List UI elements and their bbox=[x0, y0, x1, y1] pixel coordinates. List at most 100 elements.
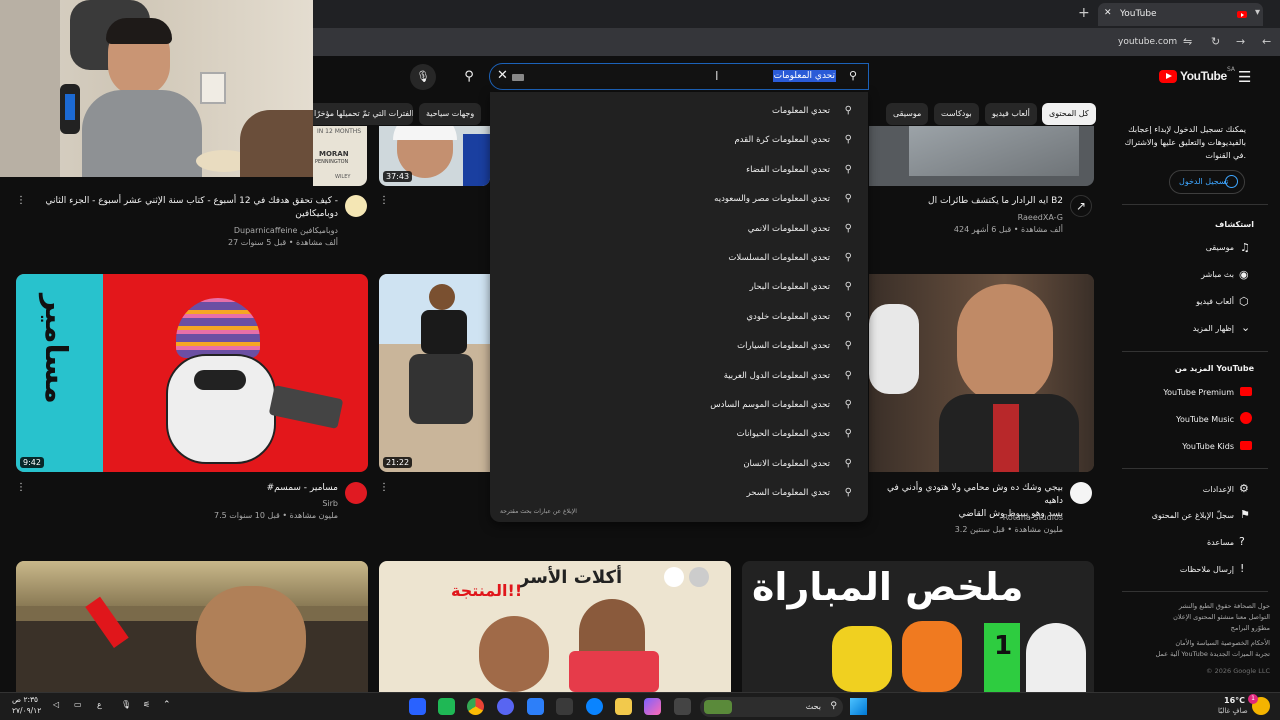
store-icon[interactable] bbox=[556, 698, 573, 715]
network-icon[interactable]: ⚟ bbox=[143, 700, 150, 709]
microphone-icon[interactable]: 🎙 bbox=[121, 700, 131, 709]
clock-time[interactable]: ٢:٣٥ ص bbox=[12, 695, 38, 704]
channel-name[interactable]: Duparnicaffeine دوباميكافين bbox=[40, 225, 338, 237]
channel-name[interactable]: RaeedXA-G bbox=[880, 212, 1063, 224]
back-arrow-icon[interactable]: ← bbox=[1262, 35, 1271, 48]
sign-in-button[interactable]: تسجيل الدخول bbox=[1169, 170, 1245, 194]
browser-tab-youtube[interactable]: ✕ YouTube ▾ bbox=[1098, 3, 1263, 26]
video-title[interactable]: #مسامير - سمسم bbox=[40, 482, 338, 495]
chip-podcasts[interactable]: بودكاست bbox=[934, 103, 979, 125]
sidebar-item-music[interactable]: موسيقى bbox=[1120, 243, 1234, 252]
new-tab-button[interactable]: + bbox=[1078, 5, 1090, 21]
channel-avatar[interactable] bbox=[345, 482, 367, 504]
video-title-line: ايه الرادار ما يكتشف طائرات ال B2 bbox=[928, 196, 1063, 206]
channel-avatar[interactable] bbox=[1070, 482, 1092, 504]
sidebar-item-gaming[interactable]: ألعاب فيديو bbox=[1120, 297, 1234, 306]
taskbar-search[interactable]: بحث ⚲ bbox=[700, 697, 843, 717]
app-icon[interactable] bbox=[527, 698, 544, 715]
file-explorer-icon[interactable] bbox=[615, 698, 632, 715]
footer-line[interactable]: مطوّرو البرامج bbox=[1120, 623, 1270, 634]
video-thumbnail[interactable]: مسامير 9:42 bbox=[16, 274, 368, 472]
sidebar-item-settings[interactable]: الإعدادات bbox=[1120, 485, 1234, 494]
footer-line[interactable]: حول الصحافة حقوق الطبع والنشر bbox=[1120, 601, 1270, 612]
video-thumbnail[interactable]: 37:43 bbox=[379, 126, 490, 186]
sidebar-item-live[interactable]: بث مباشر bbox=[1120, 270, 1234, 279]
chip-all[interactable]: كل المحتوى bbox=[1042, 103, 1096, 125]
search-suggestion[interactable]: تحدي المعلومات الدول العربية ⚲ bbox=[490, 363, 868, 392]
search-suggestion[interactable]: تحدي المعلومات كرة القدم ⚲ bbox=[490, 127, 868, 156]
display-icon[interactable]: ▭ bbox=[74, 700, 82, 709]
search-suggestion[interactable]: تحدي المعلومات السيارات ⚲ bbox=[490, 333, 868, 362]
video-thumbnail[interactable]: ملخص المباراة 1 bbox=[742, 561, 1094, 692]
search-suggestion[interactable]: تحدي المعلومات السحر ⚲ bbox=[490, 480, 868, 509]
url-text[interactable]: youtube.com bbox=[1118, 37, 1177, 47]
search-button[interactable]: ⚲ bbox=[452, 64, 486, 90]
search-input[interactable]: تحدي المعلومات ⚲ I ✕ bbox=[489, 63, 869, 90]
search-suggestion[interactable]: تحدي المعلومات البحار ⚲ bbox=[490, 274, 868, 303]
channel-name[interactable]: Rotana Studios bbox=[872, 512, 1063, 524]
video-title[interactable]: ايه الرادار ما يكتشف طائرات ال B2 bbox=[880, 195, 1063, 208]
task-view-icon[interactable] bbox=[674, 698, 691, 715]
search-suggestion[interactable]: تحدي المعلومات خلودي ⚲ bbox=[490, 304, 868, 333]
chrome-icon[interactable] bbox=[467, 698, 484, 715]
search-suggestion[interactable]: تحدي المعلومات الحيوانات ⚲ bbox=[490, 421, 868, 450]
footer-line[interactable]: التواصل معنا منشئو المحتوى الإعلان bbox=[1120, 612, 1270, 623]
sidebar-item-help[interactable]: مساعدة bbox=[1120, 538, 1234, 547]
video-thumbnail[interactable]: IN 12 MONTHS MORAN PENNINGTON WILEY bbox=[313, 126, 367, 186]
more-options-icon[interactable]: ⋮ bbox=[379, 195, 389, 206]
sidebar-item-feedback[interactable]: إرسال ملاحظات bbox=[1120, 565, 1234, 574]
chip-travel[interactable]: وجهات سياحية bbox=[419, 103, 482, 125]
video-thumbnail[interactable] bbox=[16, 561, 368, 692]
discord-icon[interactable] bbox=[497, 698, 514, 715]
more-options-icon[interactable]: ⋮ bbox=[16, 482, 26, 493]
volume-icon[interactable]: ◁ bbox=[53, 700, 59, 709]
search-suggestion[interactable]: تحدي المعلومات ⚲ bbox=[490, 98, 868, 127]
app-icon[interactable] bbox=[438, 698, 455, 715]
forward-arrow-icon[interactable]: → bbox=[1236, 35, 1245, 48]
search-suggestion[interactable]: تحدي المعلومات الانمي ⚲ bbox=[490, 216, 868, 245]
voice-search-button[interactable]: 🎙 bbox=[410, 64, 436, 90]
video-thumbnail[interactable] bbox=[869, 274, 1094, 472]
video-thumbnail[interactable]: 21:22 bbox=[379, 274, 490, 472]
windows-start-icon[interactable] bbox=[850, 698, 867, 715]
sidebar-item-report-history[interactable]: سجلّ الإبلاغ عن المحتوى bbox=[1120, 511, 1234, 520]
clear-search-icon[interactable]: ✕ bbox=[497, 68, 508, 83]
youtube-logo[interactable]: YouTube SA bbox=[1159, 66, 1235, 86]
channel-name[interactable]: Sirb bbox=[40, 498, 338, 510]
keyboard-icon[interactable] bbox=[512, 74, 524, 81]
chip-music[interactable]: موسيقى bbox=[886, 103, 929, 125]
keyboard-language-indicator[interactable]: ع bbox=[97, 700, 102, 709]
edge-icon[interactable] bbox=[586, 698, 603, 715]
search-suggestion[interactable]: تحدي المعلومات الانسان ⚲ bbox=[490, 451, 868, 480]
weather-temp[interactable]: 16°C bbox=[1224, 696, 1245, 705]
reload-icon[interactable]: ↻ bbox=[1211, 35, 1220, 48]
search-suggestion[interactable]: تحدي المعلومات الموسم السادس ⚲ bbox=[490, 392, 868, 421]
more-options-icon[interactable]: ⋮ bbox=[16, 195, 26, 206]
sidebar-item-show-more[interactable]: إظهار المزيد bbox=[1120, 324, 1234, 333]
search-suggestion[interactable]: تحدي المعلومات مصر والسعوديه ⚲ bbox=[490, 186, 868, 215]
report-suggestions-link[interactable]: الإبلاغ عن عبارات بحث مقترحة bbox=[500, 508, 577, 515]
tab-menu-icon[interactable]: ▾ bbox=[1255, 7, 1260, 18]
footer-line[interactable]: آلية عمل YouTube تجربة الميزات الجديدة bbox=[1120, 649, 1271, 660]
search-suggestion[interactable]: تحدي المعلومات الفضاء ⚲ bbox=[490, 157, 868, 186]
chip-gaming[interactable]: ألعاب فيديو bbox=[985, 103, 1037, 125]
clock-date[interactable]: ٢٧/٠٩/١٢ bbox=[12, 706, 41, 715]
copilot-icon[interactable] bbox=[644, 698, 661, 715]
sidebar-item-kids[interactable]: YouTube Kids bbox=[1120, 442, 1234, 451]
video-title[interactable]: كيف تحقق هدفك في 12 أسبوع - كتاب سنة الإ… bbox=[40, 195, 339, 221]
video-thumbnail[interactable]: أكلات الأسر المنتجة!! bbox=[379, 561, 731, 692]
more-options-icon[interactable]: ⋮ bbox=[379, 482, 389, 493]
sidebar-item-premium[interactable]: YouTube Premium bbox=[1120, 388, 1234, 397]
sidebar-item-music-app[interactable]: YouTube Music bbox=[1120, 415, 1234, 424]
channel-avatar[interactable] bbox=[345, 195, 367, 217]
hamburger-menu-icon[interactable]: ☰ bbox=[1238, 68, 1251, 86]
channel-avatar[interactable]: ↗ bbox=[1070, 195, 1092, 217]
site-settings-icon[interactable]: ⇋ bbox=[1183, 35, 1192, 48]
footer-line[interactable]: الأحكام الخصوصية السياسة والأمان bbox=[1120, 638, 1270, 649]
search-suggestion[interactable]: تحدي المعلومات المسلسلات ⚲ bbox=[490, 245, 868, 274]
video-thumbnail[interactable] bbox=[869, 126, 1094, 186]
shield-icon[interactable] bbox=[409, 698, 426, 715]
chip-recently-uploaded[interactable]: الفترات التي تمّ تحميلها مؤخرًا bbox=[307, 103, 413, 125]
tab-close-icon[interactable]: ✕ bbox=[1104, 8, 1112, 18]
chevron-up-icon[interactable]: ⌃ bbox=[163, 700, 171, 710]
